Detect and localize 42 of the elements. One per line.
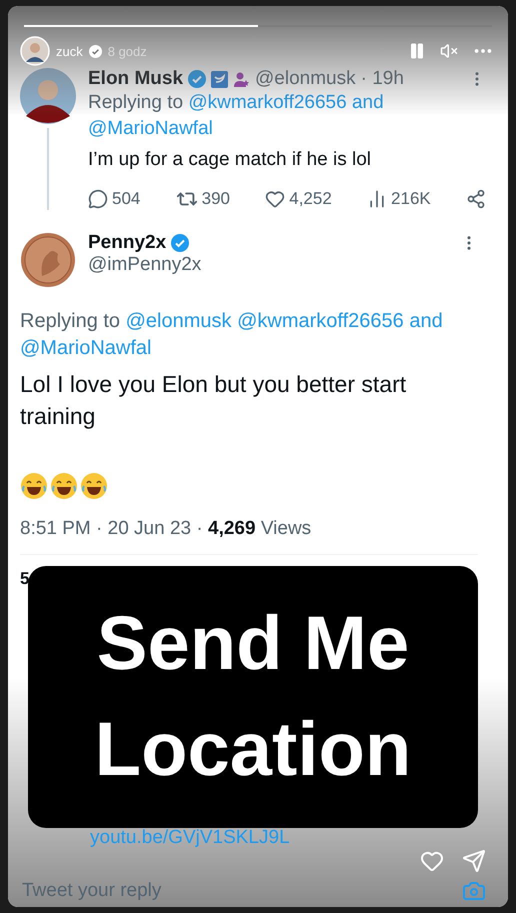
replying-to-label: Replying to bbox=[88, 92, 184, 113]
timestamp-text: 8:51 PM · 20 Jun 23 · 4,269 Views bbox=[20, 518, 312, 540]
mention-link[interactable]: @MarioNawfal bbox=[20, 336, 152, 359]
tweet-text: I’m up for a cage match if he is lol bbox=[88, 148, 372, 172]
pause-icon[interactable] bbox=[408, 42, 426, 60]
stat-count: 216K bbox=[391, 188, 431, 209]
person-badge-icon bbox=[233, 70, 250, 88]
send-icon[interactable] bbox=[462, 849, 486, 873]
replying-to-label: Replying to bbox=[20, 310, 120, 332]
reply-field[interactable]: Tweet your reply bbox=[20, 879, 462, 903]
tweet-time: · 19h bbox=[360, 68, 404, 90]
stat-count: 504 bbox=[112, 188, 140, 209]
avatar[interactable] bbox=[20, 36, 50, 66]
laughing-emoji-icon bbox=[20, 472, 48, 500]
verified-icon bbox=[188, 70, 206, 88]
verified-icon bbox=[171, 234, 190, 252]
author-name[interactable]: Elon Musk bbox=[88, 68, 184, 90]
reply-icon[interactable] bbox=[88, 188, 108, 209]
verified-icon bbox=[88, 44, 102, 58]
stat-count: 5 bbox=[20, 569, 30, 590]
author-handle[interactable]: @elonmusk bbox=[255, 68, 356, 90]
stat-count: 390 bbox=[202, 188, 230, 209]
author-name[interactable]: Penny2x bbox=[88, 232, 166, 254]
mention-link[interactable]: @elonmusk bbox=[126, 310, 232, 332]
story-username[interactable]: zuck bbox=[56, 44, 83, 58]
laughing-emoji-icon bbox=[80, 472, 108, 500]
author-handle[interactable]: @imPenny2x bbox=[88, 254, 478, 276]
mention-link[interactable]: @kwmarkoff26656 and bbox=[237, 310, 443, 332]
square-badge-icon bbox=[211, 70, 228, 88]
mention-link[interactable]: @kwmarkoff26656 and bbox=[188, 92, 384, 113]
avatar bbox=[20, 68, 76, 124]
stat-count: 4,252 bbox=[289, 188, 332, 209]
coin-avatar bbox=[20, 232, 76, 288]
like-icon[interactable] bbox=[420, 849, 444, 873]
laughing-emoji-icon bbox=[50, 472, 78, 500]
reply-text: Lol I love you Elon but you better start training bbox=[20, 370, 408, 432]
mention-link[interactable]: @MarioNawfal bbox=[88, 118, 213, 139]
mute-icon[interactable] bbox=[440, 42, 458, 60]
sticker-text: Location bbox=[94, 706, 412, 794]
share-icon[interactable] bbox=[466, 188, 486, 209]
sticker-text: Send Me bbox=[96, 600, 410, 688]
like-icon[interactable] bbox=[265, 188, 286, 209]
